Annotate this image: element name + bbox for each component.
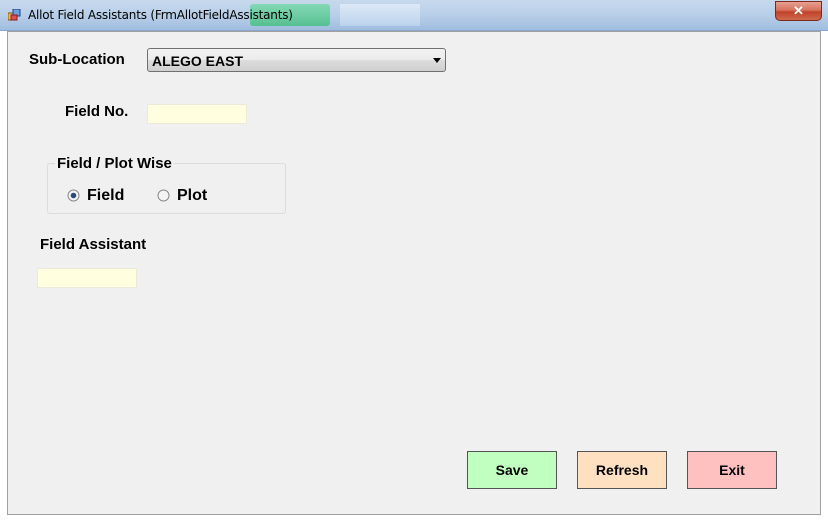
field-no-label: Field No. (65, 103, 129, 120)
sub-location-label: Sub-Location (29, 51, 125, 68)
field-assistant-label: Field Assistant (40, 236, 147, 253)
title-bar[interactable]: Allot Field Assistants (FrmAllotFieldAss… (0, 0, 828, 31)
radio-plot-label[interactable]: Plot (177, 187, 207, 205)
save-button[interactable]: Save (467, 451, 557, 489)
field-assistant-input[interactable] (37, 268, 137, 288)
refresh-button[interactable]: Refresh (577, 451, 667, 489)
field-no-input[interactable] (147, 104, 247, 124)
close-icon: ✕ (793, 3, 804, 18)
exit-button[interactable]: Exit (687, 451, 777, 489)
chevron-down-icon[interactable] (433, 58, 441, 63)
radio-plot-icon[interactable] (157, 189, 170, 202)
group-caption: Field / Plot Wise (55, 155, 174, 172)
radio-field-label[interactable]: Field (87, 187, 124, 205)
background-glass-tint-2 (340, 4, 420, 26)
sub-location-dropdown[interactable]: ALEGO EAST (147, 48, 446, 72)
radio-field-selected-icon[interactable] (67, 189, 80, 202)
form-icon (8, 9, 21, 21)
window-title: Allot Field Assistants (FrmAllotFieldAss… (28, 8, 293, 22)
sub-location-value: ALEGO EAST (152, 53, 244, 69)
close-button[interactable]: ✕ (775, 1, 822, 21)
app-window: Allot Field Assistants (FrmAllotFieldAss… (0, 0, 828, 523)
